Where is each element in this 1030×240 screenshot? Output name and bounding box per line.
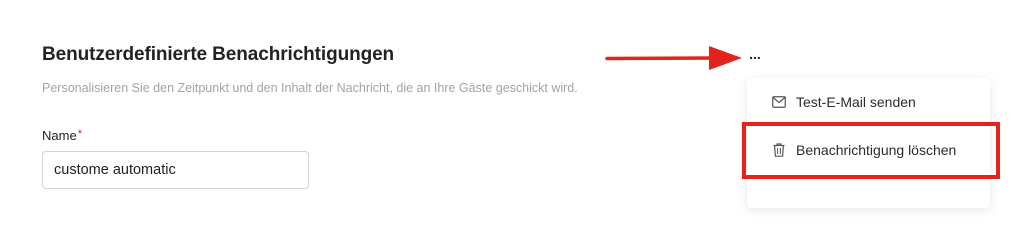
menu-item-label: Test-E-Mail senden	[796, 94, 916, 110]
section-subtitle: Personalisieren Sie den Zeitpunkt und de…	[42, 81, 578, 95]
menu-item-label: Benachrichtigung löschen	[796, 142, 957, 158]
more-options-button[interactable]: ...	[746, 45, 764, 63]
menu-item-send-test-email[interactable]: Test-E-Mail senden	[747, 82, 990, 122]
mail-icon	[771, 94, 787, 110]
page: Benutzerdefinierte Benachrichtigungen Pe…	[0, 0, 1030, 216]
name-label-text: Name	[42, 128, 77, 143]
trash-icon	[771, 142, 787, 158]
required-marker: *	[77, 128, 82, 140]
more-options-menu: Test-E-Mail senden Benachrichtigung lösc…	[747, 78, 990, 208]
name-field-label: Name*	[42, 128, 82, 143]
section-title: Benutzerdefinierte Benachrichtigungen	[42, 44, 395, 65]
name-input[interactable]	[42, 151, 309, 189]
annotation-arrow-icon	[605, 46, 742, 70]
menu-item-delete-notification[interactable]: Benachrichtigung löschen	[747, 130, 990, 170]
